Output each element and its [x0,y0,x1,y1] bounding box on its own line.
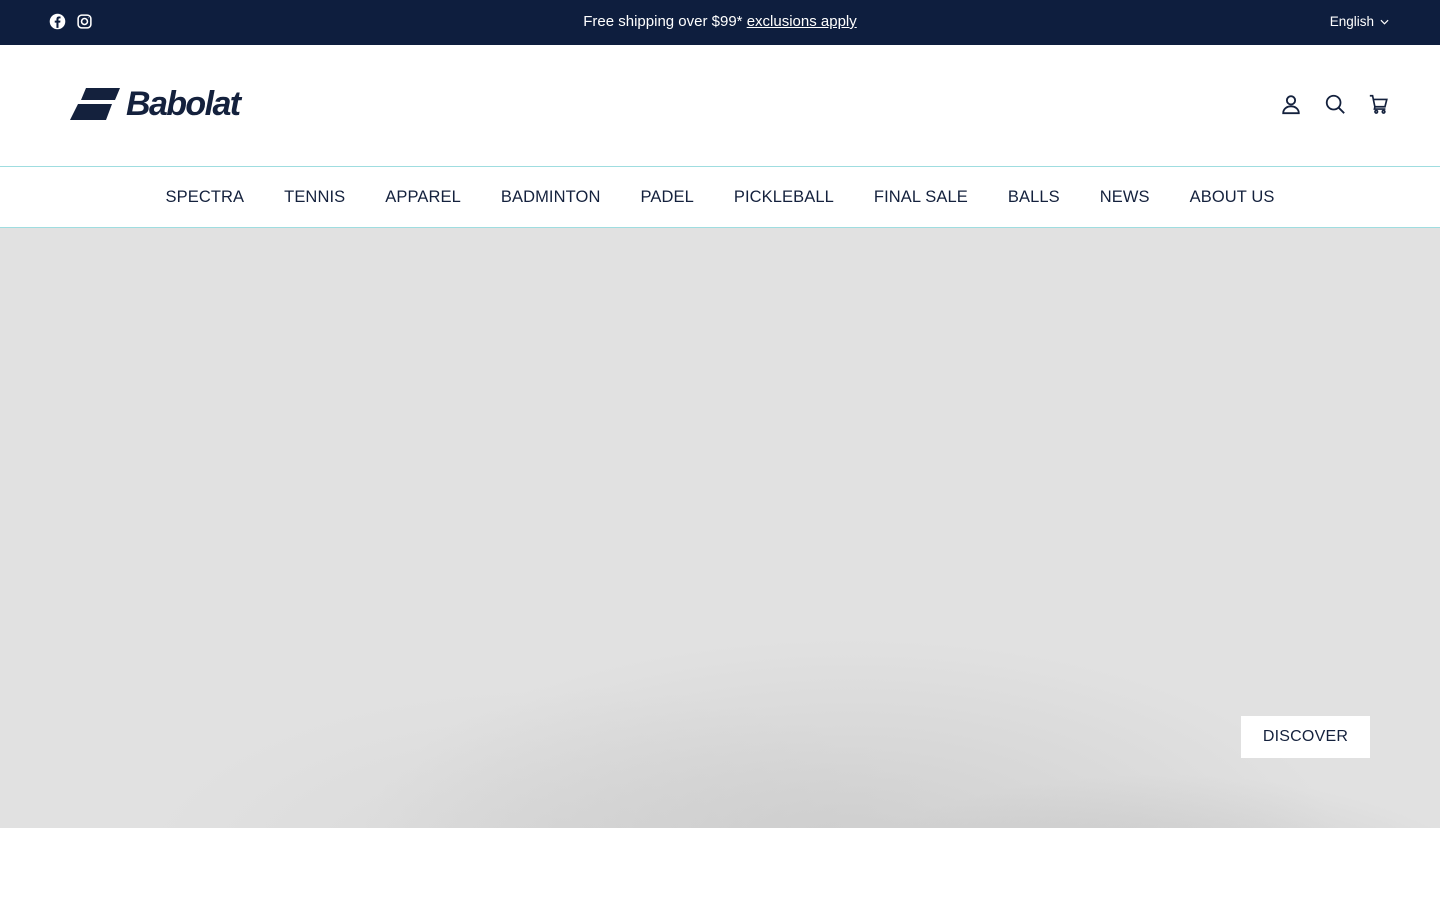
nav-item-about-us[interactable]: ABOUT US [1190,187,1275,207]
announcement-text: Free shipping over $99* [583,13,743,30]
site-header: Babolat [0,45,1440,167]
announcement-message: Free shipping over $99* exclusions apply [0,13,1440,31]
nav-item-balls[interactable]: BALLS [1008,187,1060,207]
language-selector[interactable]: English [1330,14,1389,30]
nav-item-news[interactable]: NEWS [1100,187,1150,207]
header-actions [1280,93,1390,115]
logo[interactable]: Babolat [68,86,278,122]
cart-icon[interactable] [1368,93,1390,115]
chevron-down-icon [1380,19,1389,25]
announcement-bar: Free shipping over $99* exclusions apply… [0,0,1440,45]
hero-banner[interactable] [0,228,1440,828]
main-nav: SPECTRA TENNIS APPAREL BADMINTON PADEL P… [0,167,1440,228]
discover-button[interactable]: DISCOVER [1241,716,1370,758]
nav-item-final-sale[interactable]: FINAL SALE [874,187,968,207]
nav-item-badminton[interactable]: BADMINTON [501,187,601,207]
nav-item-tennis[interactable]: TENNIS [284,187,345,207]
logo-text: Babolat [126,85,241,123]
nav-item-pickleball[interactable]: PICKLEBALL [734,187,834,207]
nav-item-padel[interactable]: PADEL [640,187,693,207]
account-icon[interactable] [1280,93,1302,115]
babolat-logo-mark-icon [70,88,120,120]
language-label: English [1329,14,1374,29]
nav-item-apparel[interactable]: APPAREL [385,187,461,207]
search-icon[interactable] [1324,93,1346,115]
exclusions-link[interactable]: exclusions apply [747,13,857,30]
nav-item-spectra[interactable]: SPECTRA [166,187,245,207]
